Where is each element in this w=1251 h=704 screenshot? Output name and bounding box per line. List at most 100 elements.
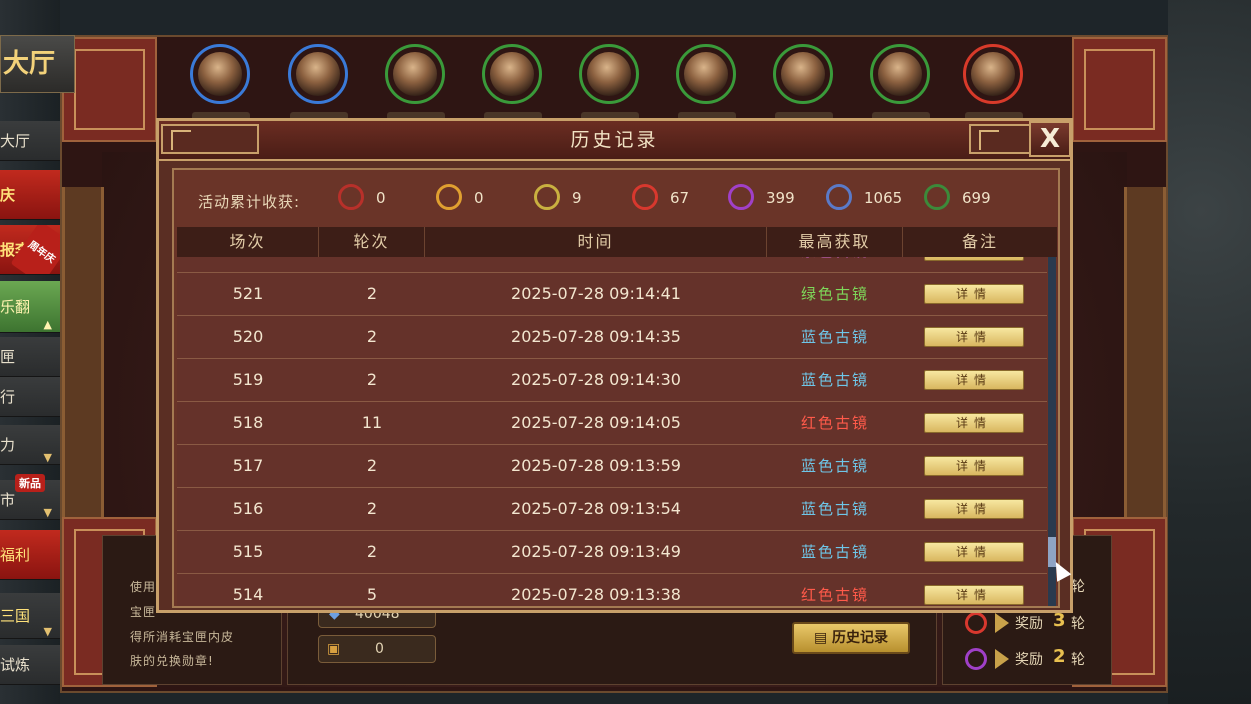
cell-session: 518 [232, 413, 264, 432]
table-row: 52232025-07-28 09:15:11紫色古镜 详情 [177, 257, 1047, 273]
sidebar-item-trial[interactable]: 试炼 [0, 645, 60, 685]
cell-round: 2 [366, 499, 378, 518]
table-row: 521 2 2025-07-28 09:14:41 绿色古镜 详情 [177, 273, 1047, 316]
sidebar-item-rank[interactable]: 行 [0, 377, 60, 417]
corner-deco-top-right [1072, 37, 1167, 142]
summary-value: 9 [572, 189, 582, 207]
cell-best: 蓝色古镜 [800, 500, 869, 518]
hero-warrior-avatar[interactable] [288, 44, 348, 104]
cell-time: 2025-07-28 09:14:05 [511, 413, 681, 432]
sidebar-title[interactable]: 大厅 [0, 35, 75, 93]
scrollbar[interactable] [1048, 257, 1056, 606]
modal-title: 历史记录 [570, 129, 659, 151]
document-icon: ▤ [813, 630, 828, 646]
summary-value: 699 [962, 189, 991, 207]
hero-youth-avatar[interactable] [870, 44, 930, 104]
reward-count: 2 [1053, 646, 1066, 667]
detail-button[interactable]: 详情 [924, 284, 1024, 304]
sidebar-item-three-kingdoms[interactable]: 三国 ▼ [0, 593, 60, 639]
chevron-up-icon: ▲ [43, 318, 52, 331]
reward-count: 3 [1053, 610, 1066, 631]
detail-button[interactable]: 详情 [924, 456, 1024, 476]
cell-round: 2 [366, 370, 378, 389]
reward-unit: 轮 [1071, 579, 1085, 595]
col-best: 最高获取 [767, 227, 903, 257]
chevron-down-icon: ▼ [43, 625, 52, 638]
cell-time: 2025-07-28 09:14:35 [511, 327, 681, 346]
cell-round: 3 [319, 257, 425, 273]
cell-session: 517 [232, 456, 264, 475]
hero-lady-avatar[interactable] [773, 44, 833, 104]
mirror-ring-icon [728, 184, 754, 210]
close-button[interactable]: X [1029, 121, 1071, 157]
cell-session: 515 [232, 542, 264, 561]
detail-button[interactable]: 详情 [924, 257, 1024, 261]
cell-round: 5 [366, 585, 378, 604]
history-button-label: 历史记录 [832, 630, 889, 646]
modal-body: 活动累计收获: 0 0 9 67 399 1065 699 场次 轮次 时间 最高获取 备注… [172, 168, 1060, 608]
mirror-ring-icon [965, 648, 987, 670]
cell-best: 绿色古镜 [800, 285, 869, 303]
cell-session: 514 [232, 585, 264, 604]
detail-button[interactable]: 详情 [924, 542, 1024, 562]
reward-row: 奖励 3 轮 [965, 610, 1115, 636]
hero-bearded-avatar[interactable] [676, 44, 736, 104]
sidebar-item-welfare[interactable]: 福利 [0, 530, 60, 580]
mirror-ring-icon [632, 184, 658, 210]
arrow-right-icon [995, 613, 1009, 633]
table-body[interactable]: 52232025-07-28 09:15:11紫色古镜详情52122025-07… [177, 257, 1047, 606]
summary-value: 1065 [864, 189, 903, 207]
reward-row: 奖励 2 轮 [965, 646, 1115, 672]
sidebar-item-label: 庆 [0, 186, 16, 204]
detail-button[interactable]: 详情 [924, 585, 1024, 605]
cell-best: 红色古镜 [800, 586, 869, 604]
sidebar-item-label: 试炼 [0, 656, 31, 674]
sidebar-item-anniversary[interactable]: 报李 周年庆 [0, 225, 60, 275]
chest-counter: ▣ 0 [318, 635, 436, 663]
sidebar-item-label: 福利 [0, 546, 31, 564]
sidebar-item-activity[interactable]: 力 ▼ [0, 425, 60, 465]
hero-masked-avatar[interactable] [385, 44, 445, 104]
history-button[interactable]: ▤ 历史记录 [792, 622, 910, 654]
mirror-ring-icon [826, 184, 852, 210]
history-modal: 历史记录 X 活动累计收获: 0 0 9 67 399 1065 699 场次 轮次 时间 … [156, 118, 1073, 613]
hint-line: 使用 [130, 580, 157, 594]
cell-best: 蓝色古镜 [800, 328, 869, 346]
table-row: 515 2 2025-07-28 09:13:49 蓝色古镜 详情 [177, 531, 1047, 574]
sidebar-item-celebration[interactable]: 庆 [0, 170, 60, 220]
table-row: 516 2 2025-07-28 09:13:54 蓝色古镜 详情 [177, 488, 1047, 531]
hero-silver-avatar[interactable] [482, 44, 542, 104]
cell-round: 11 [361, 413, 383, 432]
sidebar-item-lobby[interactable]: 大厅 [0, 121, 60, 161]
pillar-right [1124, 187, 1166, 557]
sidebar-item-box[interactable]: 匣 [0, 337, 60, 377]
pillar-left [62, 187, 104, 557]
sidebar-item-label: 乐翻 [0, 298, 31, 316]
cell-time: 2025-07-28 09:14:41 [511, 284, 681, 303]
hero-elf-avatar[interactable] [190, 44, 250, 104]
detail-button[interactable]: 详情 [924, 499, 1024, 519]
detail-button[interactable]: 详情 [924, 413, 1024, 433]
sidebar-item-label: 大厅 [0, 132, 31, 150]
hero-hat-avatar[interactable] [579, 44, 639, 104]
cell-time: 2025-07-28 09:13:59 [511, 456, 681, 475]
detail-button[interactable]: 详情 [924, 370, 1024, 390]
hint-line: 宝匣 [130, 605, 157, 619]
table-row: 518 11 2025-07-28 09:14:05 红色古镜 详情 [177, 402, 1047, 445]
sidebar-item-flip[interactable]: 乐翻 ▲ [0, 281, 60, 333]
sidebar-item-label: 行 [0, 388, 16, 406]
col-session: 场次 [177, 227, 319, 257]
hint-line: 得所消耗宝匣内皮 [130, 630, 235, 644]
arrow-right-icon [995, 649, 1009, 669]
reward-label: 奖励 [1015, 616, 1043, 632]
mirror-ring-icon [338, 184, 364, 210]
summary-value: 399 [766, 189, 795, 207]
cell-best: 紫色古镜 [767, 257, 903, 273]
hero-demon-avatar[interactable] [963, 44, 1023, 104]
detail-button[interactable]: 详情 [924, 327, 1024, 347]
hint-line: 肤的兑换勋章! [130, 654, 214, 668]
cell-session: 519 [232, 370, 264, 389]
cell-time: 2025-07-28 09:13:49 [511, 542, 681, 561]
chevron-down-icon: ▼ [43, 451, 52, 464]
cell-session: 520 [232, 327, 264, 346]
